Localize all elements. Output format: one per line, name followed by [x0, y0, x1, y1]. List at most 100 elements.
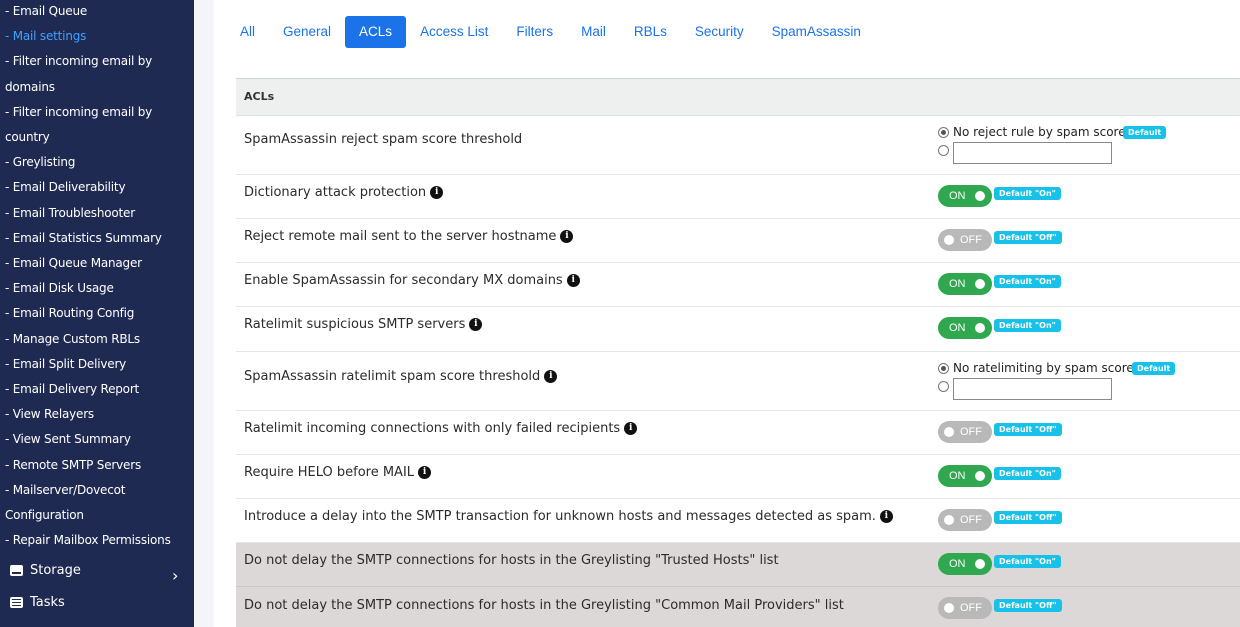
toggle-knob: [975, 279, 985, 289]
setting-label-text: Enable SpamAssassin for secondary MX dom…: [244, 273, 563, 288]
radio-option-label: No reject rule by spam score: [953, 125, 1126, 139]
radio-button[interactable]: [938, 126, 949, 138]
toggle-label: OFF: [960, 514, 982, 526]
toggle-knob: [975, 191, 985, 201]
sidebar-item-mailserver-dovecot[interactable]: - Mailserver/Dovecot: [5, 483, 125, 497]
setting-row: Dictionary attack protection i ON Default…: [236, 175, 1240, 219]
setting-label: Ratelimit suspicious SMTP servers i: [244, 317, 483, 332]
sidebar-section-tasks[interactable]: Tasks: [10, 595, 65, 610]
sidebar-item-remote-smtp-servers[interactable]: - Remote SMTP Servers: [5, 458, 141, 472]
info-icon[interactable]: i: [469, 318, 483, 331]
setting-row: Introduce a delay into the SMTP transact…: [236, 499, 1240, 543]
sidebar-item-email-queue[interactable]: - Email Queue: [5, 4, 87, 18]
default-badge: Default "On": [994, 555, 1061, 568]
info-icon[interactable]: i: [430, 186, 444, 199]
info-icon[interactable]: i: [544, 370, 558, 383]
setting-label: Reject remote mail sent to the server ho…: [244, 229, 574, 244]
toggle-switch[interactable]: ON: [938, 185, 992, 207]
info-icon[interactable]: i: [566, 274, 580, 287]
tab-security[interactable]: Security: [681, 16, 758, 48]
info-icon[interactable]: i: [624, 422, 638, 435]
sidebar-item-filter-by-country[interactable]: - Filter incoming email by: [5, 105, 152, 119]
setting-row: SpamAssassin ratelimit spam score thresh…: [236, 352, 1240, 411]
default-badge: Default: [1132, 362, 1176, 375]
default-badge: Default "On": [994, 275, 1061, 288]
sidebar-section-storage[interactable]: Storage: [10, 563, 81, 578]
toggle-switch[interactable]: ON: [938, 317, 992, 339]
sidebar-item-email-troubleshooter[interactable]: - Email Troubleshooter: [5, 206, 135, 220]
toggle-label: ON: [949, 322, 966, 334]
radio-option-default[interactable]: No reject rule by spam score: [938, 125, 1126, 139]
tab-mail[interactable]: Mail: [567, 16, 620, 48]
setting-label-text: Ratelimit incoming connections with only…: [244, 421, 621, 436]
toggle-switch[interactable]: ON: [938, 273, 992, 295]
setting-label: SpamAssassin reject spam score threshold: [244, 132, 522, 147]
tab-all[interactable]: All: [240, 16, 269, 48]
radio-option-custom[interactable]: [938, 145, 953, 156]
toggle-switch[interactable]: ON: [938, 553, 992, 575]
setting-label-text: Do not delay the SMTP connections for ho…: [244, 598, 844, 613]
radio-button[interactable]: [938, 381, 949, 392]
tab-filters[interactable]: Filters: [502, 16, 567, 48]
content-gutter: [194, 0, 214, 627]
sidebar-item-filter-by-country-cont[interactable]: country: [5, 130, 50, 144]
spam-score-threshold-input[interactable]: [953, 142, 1112, 164]
toggle-switch[interactable]: OFF: [938, 597, 992, 619]
toggle-switch[interactable]: ON: [938, 465, 992, 487]
info-icon[interactable]: i: [418, 466, 432, 479]
setting-label: Enable SpamAssassin for secondary MX dom…: [244, 273, 580, 288]
sidebar-item-email-queue-manager[interactable]: - Email Queue Manager: [5, 256, 142, 270]
default-badge: Default "Off": [994, 599, 1062, 612]
setting-label-text: Ratelimit suspicious SMTP servers: [244, 317, 466, 332]
default-badge: Default "Off": [994, 423, 1062, 436]
sidebar-item-email-delivery-report[interactable]: - Email Delivery Report: [5, 382, 139, 396]
sidebar-item-filter-by-domains[interactable]: - Filter incoming email by: [5, 54, 152, 68]
ratelimit-score-threshold-input[interactable]: [953, 378, 1112, 400]
toggle-label: ON: [949, 278, 966, 290]
setting-label-text: Require HELO before MAIL: [244, 465, 415, 480]
default-badge: Default "Off": [994, 511, 1062, 524]
tab-acls[interactable]: ACLs: [345, 16, 407, 48]
setting-row: Ratelimit suspicious SMTP servers i ON De…: [236, 307, 1240, 352]
setting-label-text: Reject remote mail sent to the server ho…: [244, 229, 557, 244]
tab-bar: All General ACLs Access List Filters Mai…: [240, 16, 875, 48]
default-badge: Default "Off": [994, 231, 1062, 244]
radio-option-default[interactable]: No ratelimiting by spam score: [938, 361, 1134, 375]
sidebar-section-label: Storage: [30, 563, 81, 578]
sidebar-item-mailserver-dovecot-cont[interactable]: Configuration: [5, 508, 84, 522]
storage-icon: [10, 565, 23, 576]
info-icon[interactable]: i: [879, 510, 893, 523]
sidebar-item-view-relayers[interactable]: - View Relayers: [5, 407, 94, 421]
tab-access-list[interactable]: Access List: [406, 16, 502, 48]
sidebar-item-greylisting[interactable]: - Greylisting: [5, 155, 75, 169]
chevron-right-icon[interactable]: ›: [172, 566, 178, 585]
setting-row: SpamAssassin reject spam score threshold…: [236, 116, 1240, 175]
sidebar-item-email-deliverability[interactable]: - Email Deliverability: [5, 180, 126, 194]
radio-option-custom[interactable]: [938, 381, 953, 392]
sidebar-section-label: Tasks: [30, 595, 65, 610]
sidebar-item-email-disk-usage[interactable]: - Email Disk Usage: [5, 281, 114, 295]
tasks-icon: [10, 597, 23, 608]
toggle-label: OFF: [960, 426, 982, 438]
sidebar-item-repair-mailbox-permissions[interactable]: - Repair Mailbox Permissions: [5, 533, 171, 547]
tab-spamassassin[interactable]: SpamAssassin: [758, 16, 875, 48]
setting-label-text: Do not delay the SMTP connections for ho…: [244, 553, 779, 568]
toggle-switch[interactable]: OFF: [938, 509, 992, 531]
tab-general[interactable]: General: [269, 16, 345, 48]
sidebar-item-manage-custom-rbls[interactable]: - Manage Custom RBLs: [5, 332, 140, 346]
setting-row: Do not delay the SMTP connections for ho…: [236, 543, 1240, 587]
radio-button[interactable]: [938, 145, 949, 156]
tab-rbls[interactable]: RBLs: [620, 16, 681, 48]
sidebar-item-filter-by-domains-cont[interactable]: domains: [5, 80, 55, 94]
sidebar-item-email-statistics-summary[interactable]: - Email Statistics Summary: [5, 231, 162, 245]
info-icon[interactable]: i: [560, 230, 574, 243]
toggle-switch[interactable]: OFF: [938, 229, 992, 251]
sidebar-item-mail-settings[interactable]: - Mail settings: [5, 29, 86, 43]
sidebar-item-email-split-delivery[interactable]: - Email Split Delivery: [5, 357, 126, 371]
sidebar-item-view-sent-summary[interactable]: - View Sent Summary: [5, 432, 131, 446]
setting-row: Reject remote mail sent to the server ho…: [236, 219, 1240, 263]
sidebar-item-email-routing-config[interactable]: - Email Routing Config: [5, 306, 134, 320]
toggle-switch[interactable]: OFF: [938, 421, 992, 443]
radio-button[interactable]: [938, 362, 949, 374]
toggle-label: ON: [949, 558, 966, 570]
